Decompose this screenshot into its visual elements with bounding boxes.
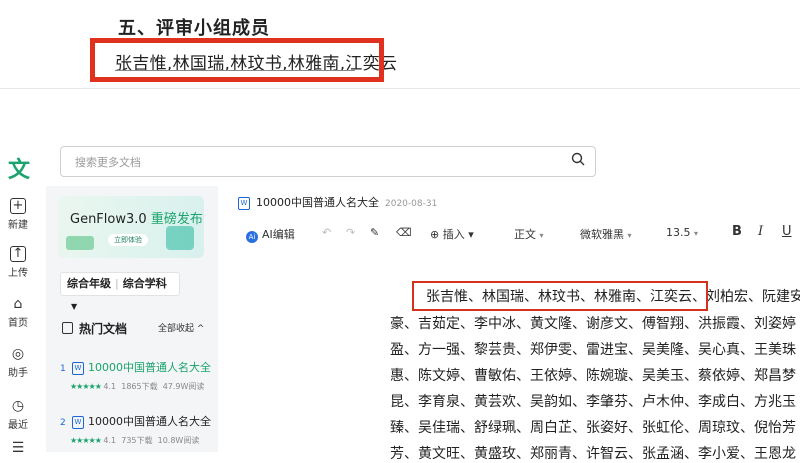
doc-line: 惠、陈文婷、曹敏佑、王依婷、陈婉璇、吴美玉、蔡依婷、郑昌梦 <box>390 368 796 384</box>
rating-stars: ★★★★★ <box>70 382 102 391</box>
font-family-select[interactable]: 微软雅黑 ▾ <box>580 226 632 242</box>
nav-assistant-label: 助手 <box>8 368 28 379</box>
highlight-box <box>90 38 384 82</box>
hot-doc-name[interactable]: 10000中国普通人名大全 <box>88 415 211 428</box>
highlight-box <box>412 281 708 311</box>
document-title: 10000中国普通人名大全 <box>256 196 379 209</box>
italic-button[interactable]: I <box>758 224 763 239</box>
search-input[interactable]: 搜索更多文档 <box>75 154 141 170</box>
banner-illustration <box>66 236 94 250</box>
grade-subject-filter[interactable]: 综合年级 | 综合学科 ▼ <box>60 272 180 311</box>
format-painter-icon[interactable]: ✎ <box>370 226 379 239</box>
plus-icon: + <box>10 198 26 214</box>
nav-recent-label: 最近 <box>8 420 28 431</box>
bold-button[interactable]: B <box>732 224 742 239</box>
word-doc-icon: W <box>238 197 250 210</box>
dropdown-arrow-icon: ▼ <box>71 302 78 311</box>
assistant-icon: ◎ <box>11 346 25 362</box>
nav-recent[interactable]: ◷ 最近 <box>0 398 36 431</box>
document-icon <box>62 322 73 334</box>
underline-button[interactable]: U <box>782 224 792 239</box>
home-icon: ⌂ <box>13 296 23 312</box>
hot-doc-item-1[interactable]: 1 W 10000中国普通人名大全 ★★★★★ 4.1 1865下载 47.9W阅读 <box>60 356 216 392</box>
search-bar[interactable]: 搜索更多文档 <box>60 146 596 177</box>
ai-icon: Ai <box>246 231 258 243</box>
doc-line: 臻、吴佳瑞、舒绿珮、周白芷、张姿好、张虹伦、周琼玟、倪怡芳 <box>390 420 796 436</box>
collapse-all-button[interactable]: 全部收起 ^ <box>158 321 204 334</box>
nav-upload[interactable]: ↑ 上传 <box>0 246 36 279</box>
hot-doc-meta: ★★★★★ 4.1 735下载 10.8W阅读 <box>70 436 200 445</box>
hot-doc-item-2[interactable]: 2 W 10000中国普通人名大全 ★★★★★ 4.1 735下载 10.8W阅读 <box>60 410 216 446</box>
nav-assistant[interactable]: ◎ 助手 <box>0 346 36 379</box>
top-document-excerpt: 五、评审小组成员 张吉惟,林国瑞,林玟书,林雅南,江奕云 <box>0 0 800 88</box>
word-doc-icon: W <box>72 362 84 375</box>
section-title: 五、评审小组成员 <box>118 18 270 39</box>
clock-icon: ◷ <box>11 398 25 414</box>
banner-try-button[interactable]: 立即体验 <box>108 234 148 246</box>
doc-line: 昆、李育泉、黄芸欢、吴韵如、李肇芬、卢木仲、李成白、方兆玉 <box>390 394 796 410</box>
eraser-icon[interactable]: ⌫ <box>396 226 412 239</box>
subject-filter-label[interactable]: 综合学科 <box>123 277 167 290</box>
font-size-select[interactable]: 13.5 ▾ <box>666 226 698 239</box>
paragraph-style-select[interactable]: 正文 ▾ <box>514 226 544 242</box>
ai-edit-button[interactable]: Ai AI编辑 <box>246 226 295 243</box>
nav-new[interactable]: + 新建 <box>0 198 36 231</box>
word-doc-icon: W <box>72 416 84 429</box>
app-logo[interactable]: 文 <box>8 152 30 184</box>
insert-button[interactable]: ⊕ 插入 ▾ <box>430 226 474 242</box>
document-date: 2020-08-31 <box>385 199 438 209</box>
promo-banner[interactable]: GenFlow3.0 重磅发布 立即体验 <box>58 196 204 258</box>
doc-line: 盈、方一强、黎芸贵、郑伊雯、雷进宝、吴美隆、吴心真、王美珠 <box>390 342 796 358</box>
undo-icon[interactable]: ↶ <box>322 226 331 239</box>
grade-filter-label[interactable]: 综合年级 <box>67 277 111 290</box>
nav-home-label: 首页 <box>8 318 28 329</box>
redo-icon[interactable]: ↷ <box>346 226 355 239</box>
nav-new-label: 新建 <box>8 220 28 231</box>
nav-home[interactable]: ⌂ 首页 <box>0 296 36 329</box>
banner-illustration-right <box>166 226 194 250</box>
banner-title: GenFlow3.0 重磅发布 <box>70 212 203 227</box>
doc-line: 芳、黄文旺、黄盛玫、郑丽青、许智云、张孟涵、李小爱、王恩龙 <box>390 446 796 462</box>
doc-line: 豪、吉茹定、李中冰、黄文隆、谢彦文、傅智翔、洪振霞、刘姿婷 <box>390 316 796 332</box>
nav-upload-label: 上传 <box>8 268 28 279</box>
hot-doc-name[interactable]: 10000中国普通人名大全 <box>88 361 211 374</box>
hot-doc-meta: ★★★★★ 4.1 1865下载 47.9W阅读 <box>70 382 205 391</box>
rating-stars: ★★★★★ <box>70 436 102 445</box>
editor-toolbar: Ai AI编辑 ↶ ↷ ✎ ⌫ ⊕ 插入 ▾ 正文 ▾ 微软雅黑 ▾ 13.5 ▾… <box>246 222 800 244</box>
search-icon[interactable] <box>571 152 585 166</box>
hot-docs-heading: 热门文档 <box>62 320 127 337</box>
doc-list-icon: ☰ <box>11 440 25 456</box>
document-header: W 10000中国普通人名大全 2020-08-31 <box>236 194 437 210</box>
divider <box>0 88 800 89</box>
upload-icon: ↑ <box>10 246 26 262</box>
nav-more[interactable]: ☰ <box>0 440 36 458</box>
